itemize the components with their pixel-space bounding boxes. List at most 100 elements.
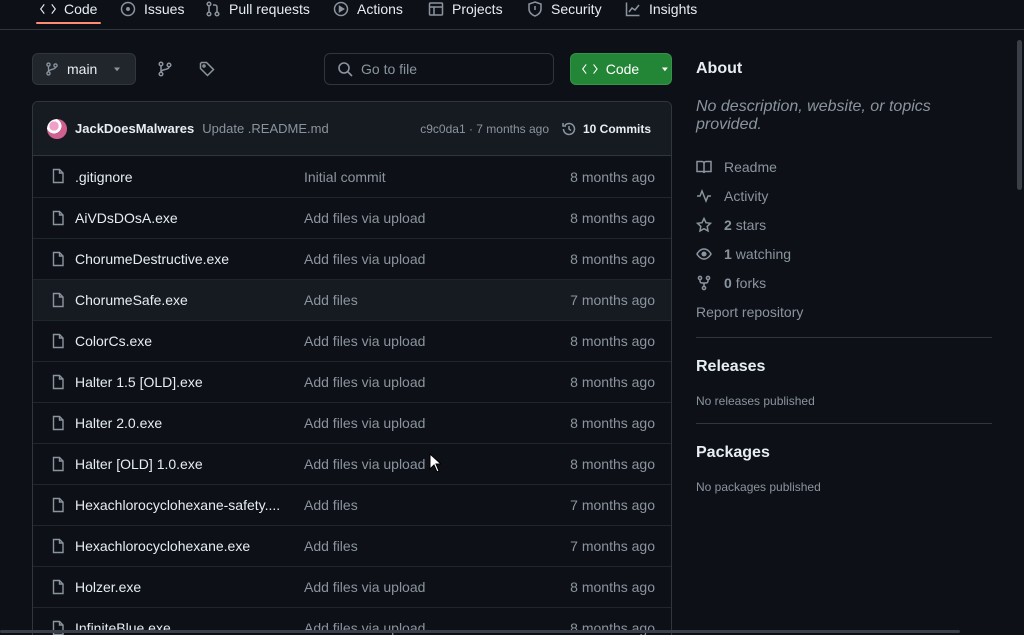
file-date: 8 months ago [570, 168, 655, 185]
file-name[interactable]: ChorumeSafe.exe [75, 292, 280, 308]
divider [696, 337, 992, 338]
tab-code-label: Code [64, 1, 98, 17]
file-commit-message[interactable]: Add files via upload [304, 251, 425, 267]
tab-insights-label: Insights [649, 1, 698, 17]
tab-security-label: Security [551, 1, 602, 17]
tab-projects[interactable]: Projects [428, 0, 503, 24]
file-name[interactable]: ChorumeDestructive.exe [75, 251, 280, 267]
file-name[interactable]: AiVDsDOsA.exe [75, 210, 280, 226]
forks-count: 0 [724, 274, 732, 291]
file-date: 7 months ago [570, 497, 655, 513]
tab-actions[interactable]: Actions [333, 0, 403, 24]
star-icon [696, 216, 712, 232]
file-commit-message[interactable]: Add files via upload [304, 374, 425, 390]
file-row[interactable]: Hexachlorocyclohexane.exe Add files 7 mont… [33, 525, 671, 566]
file-row[interactable]: Halter [OLD] 1.0.exe Add files via upload… [33, 443, 671, 484]
file-commit-message[interactable]: Add files via upload [304, 210, 425, 226]
file-row[interactable]: Hexachlorocyclohexane-safety.... Add file… [33, 484, 671, 525]
releases-heading[interactable]: Releases [696, 358, 992, 376]
branches-button[interactable] [149, 53, 181, 85]
about-description: No description, website, or topics provi… [696, 98, 931, 133]
code-button-label: Code [605, 61, 640, 77]
fork-icon [697, 275, 711, 290]
repo-sidebar: About No description, website, or topics… [696, 60, 992, 494]
file-commit-message[interactable]: Add files [304, 292, 358, 308]
file-row[interactable]: Holzer.exe Add files via upload 8 months a… [33, 566, 671, 607]
search-input[interactable] [361, 61, 541, 77]
search-icon [338, 62, 353, 77]
file-name[interactable]: Holzer.exe [75, 579, 280, 595]
file-name[interactable]: Halter [OLD] 1.0.exe [75, 456, 280, 472]
file-row[interactable]: AiVDsDOsA.exe Add files via upload 8 month… [33, 197, 671, 238]
commits-count: 10 Commits [582, 121, 651, 136]
commit-hash-date[interactable]: c9c0da1 · 7 months ago [420, 122, 549, 136]
tab-issues[interactable]: Issues [120, 0, 184, 24]
file-commit-message[interactable]: Initial commit [304, 169, 386, 185]
git-branch-icon [158, 61, 172, 77]
file-commit-message[interactable]: Add files via upload [304, 579, 425, 595]
file-date: 8 months ago [570, 251, 655, 267]
file-row[interactable]: Halter 2.0.exe Add files via upload 8 mont… [33, 402, 671, 443]
shield-icon [528, 1, 542, 17]
vertical-scrollbar[interactable] [1017, 40, 1022, 190]
tab-insights[interactable]: Insights [625, 0, 697, 24]
code-button[interactable]: Code [570, 53, 672, 85]
file-date: 8 months ago [570, 415, 655, 431]
file-row[interactable]: ColorCs.exe Add files via upload 8 months … [33, 320, 671, 361]
file-name[interactable]: Halter 2.0.exe [75, 415, 280, 431]
packages-section: Packages No packages published [696, 444, 992, 494]
file-row[interactable]: ChorumeSafe.exe Add files 7 months ago [33, 279, 671, 320]
forks-link[interactable]: 0 forks [696, 268, 992, 297]
file-row[interactable]: ChorumeDestructive.exe Add files via uplo… [33, 238, 671, 279]
tags-button[interactable] [191, 53, 223, 85]
file-date: 7 months ago [570, 538, 655, 554]
file-row[interactable]: .gitignore Initial commit 8 months ago [33, 156, 671, 197]
table-icon [428, 2, 444, 16]
horizontal-scrollbar[interactable] [0, 630, 960, 633]
file-commit-message[interactable]: Add files via upload [304, 456, 425, 472]
activity-label: Activity [724, 187, 769, 204]
divider [696, 423, 992, 424]
tab-security[interactable]: Security [527, 0, 602, 24]
file-name[interactable]: Hexachlorocyclohexane.exe [75, 538, 280, 554]
avatar[interactable] [47, 118, 67, 139]
file-name[interactable]: Halter 1.5 [OLD].exe [75, 374, 280, 390]
file-date: 8 months ago [570, 579, 655, 595]
watching-link[interactable]: 1 watching [696, 239, 992, 268]
pull-request-icon [206, 1, 220, 17]
readme-link[interactable]: Readme [696, 152, 992, 181]
tab-code[interactable]: Code [35, 0, 102, 24]
report-repository-link[interactable]: Report repository [696, 297, 992, 326]
code-icon [40, 4, 56, 14]
file-name[interactable]: Hexachlorocyclohexane-safety.... [75, 497, 280, 513]
about-heading: About [696, 60, 743, 77]
commit-author[interactable]: JackDoesMalwares [75, 121, 194, 136]
forks-label: forks [735, 274, 767, 291]
file-name[interactable]: .gitignore [75, 169, 280, 185]
history-icon [562, 122, 576, 135]
packages-heading[interactable]: Packages [696, 444, 992, 462]
go-to-file-search[interactable] [324, 53, 554, 85]
file-commit-message[interactable]: Add files [304, 497, 358, 513]
commit-message[interactable]: Update .README.md [202, 121, 328, 136]
file-commit-message[interactable]: Add files [304, 538, 358, 554]
activity-link[interactable]: Activity [696, 181, 992, 210]
file-name[interactable]: ColorCs.exe [75, 333, 280, 349]
issue-icon [120, 1, 136, 17]
file-icon [50, 251, 66, 270]
commits-link[interactable]: 10 Commits [561, 121, 651, 137]
stars-link[interactable]: 2 stars [696, 210, 992, 239]
play-circle-icon [333, 1, 349, 17]
branch-selector[interactable]: main [32, 53, 136, 85]
file-date: 7 months ago [570, 292, 655, 308]
file-commit-message[interactable]: Add files via upload [304, 415, 425, 431]
file-commit-message[interactable]: Add files via upload [304, 333, 425, 349]
file-icon [50, 415, 66, 434]
file-row[interactable]: Halter 1.5 [OLD].exe Add files via upload… [33, 361, 671, 402]
stars-count: 2 [724, 216, 732, 233]
repo-tab-bar: Code Issues Pull requests Actions Projec… [0, 0, 1024, 30]
about-meta-list: Readme Activity 2 stars 1 watching 0 forks … [696, 152, 992, 326]
tab-pull-requests[interactable]: Pull requests [205, 0, 310, 24]
watching-count: 1 [724, 245, 732, 262]
readme-label: Readme [724, 158, 777, 175]
